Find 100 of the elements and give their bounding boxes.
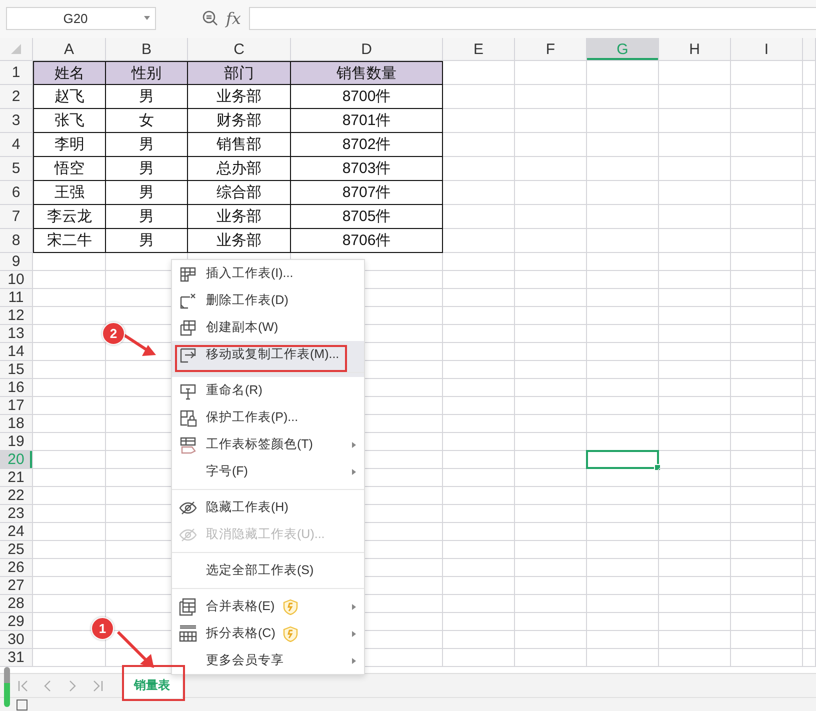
row-header[interactable]: 1: [0, 61, 33, 85]
table-cell: [443, 613, 515, 631]
menu-item[interactable]: 插入工作表(I)...: [172, 260, 364, 287]
column-header[interactable]: F: [515, 38, 587, 61]
row-header[interactable]: 25: [0, 541, 33, 559]
row-header[interactable]: 19: [0, 433, 33, 451]
row-header[interactable]: 4: [0, 133, 33, 157]
formula-field[interactable]: [248, 6, 816, 30]
table-cell: [659, 253, 731, 271]
row-header[interactable]: 12: [0, 307, 33, 325]
table-cell: [659, 325, 731, 343]
zoom-out-icon[interactable]: [202, 10, 218, 26]
menu-item[interactable]: 合并表格(E): [172, 593, 364, 620]
row-header[interactable]: 15: [0, 361, 33, 379]
menu-item[interactable]: 删除工作表(D): [172, 287, 364, 314]
row-header[interactable]: 22: [0, 487, 33, 505]
table-cell: [515, 229, 587, 253]
column-header[interactable]: B: [106, 38, 188, 61]
row-header[interactable]: 3: [0, 109, 33, 133]
move-sheet-icon: [179, 346, 197, 364]
table-cell: [515, 649, 587, 667]
table-cell: [515, 61, 587, 85]
table-cell: [731, 649, 803, 667]
row-header[interactable]: 27: [0, 577, 33, 595]
row-header[interactable]: 17: [0, 397, 33, 415]
row-header[interactable]: 21: [0, 469, 33, 487]
dropdown-icon[interactable]: [144, 16, 150, 20]
table-cell: [803, 253, 816, 271]
row-header[interactable]: 18: [0, 415, 33, 433]
table-cell: [803, 133, 816, 157]
row-header[interactable]: 29: [0, 613, 33, 631]
row-header[interactable]: 14: [0, 343, 33, 361]
lock-icon: [179, 408, 197, 426]
table-cell: [443, 205, 515, 229]
table-cell: [515, 205, 587, 229]
column-header[interactable]: D: [291, 38, 443, 61]
row-header[interactable]: 31: [0, 649, 33, 667]
menu-item[interactable]: 保护工作表(P)...: [172, 404, 364, 431]
menu-item[interactable]: 隐藏工作表(H): [172, 494, 364, 521]
table-cell: [731, 415, 803, 433]
row-header[interactable]: 6: [0, 181, 33, 205]
menu-item[interactable]: 拆分表格(C): [172, 620, 364, 647]
row-header[interactable]: 5: [0, 157, 33, 181]
table-cell: 8703件: [291, 157, 443, 181]
menu-item[interactable]: 更多会员专享: [172, 647, 364, 674]
table-cell: [659, 505, 731, 523]
table-cell: [443, 343, 515, 361]
column-header[interactable]: I: [731, 38, 803, 61]
table-cell: [803, 361, 816, 379]
first-sheet-icon[interactable]: [16, 680, 28, 692]
table-cell: [659, 205, 731, 229]
table-cell: [731, 613, 803, 631]
table-cell: [515, 361, 587, 379]
column-header[interactable]: C: [188, 38, 291, 61]
name-box[interactable]: G20: [6, 6, 156, 30]
function-label[interactable]: fx: [226, 8, 241, 28]
arrow: [123, 334, 156, 356]
row-header[interactable]: 30: [0, 631, 33, 649]
table-cell: 悟空: [33, 157, 106, 181]
column-header[interactable]: E: [443, 38, 515, 61]
row-header[interactable]: 24: [0, 523, 33, 541]
row-header[interactable]: 9: [0, 253, 33, 271]
row-header[interactable]: 11: [0, 289, 33, 307]
column-header[interactable]: A: [33, 38, 106, 61]
tab-color-icon: [179, 436, 197, 454]
rename-icon: [179, 382, 197, 400]
table-cell: [803, 613, 816, 631]
row-header[interactable]: 2: [0, 85, 33, 109]
table-cell: [587, 109, 659, 133]
row-header[interactable]: 7: [0, 205, 33, 229]
table-cell: [731, 559, 803, 577]
sheet-icon[interactable]: [16, 699, 30, 711]
row-header[interactable]: 26: [0, 559, 33, 577]
row-header[interactable]: 10: [0, 271, 33, 289]
menu-item[interactable]: 重命名(R): [172, 377, 364, 404]
table-cell: [587, 541, 659, 559]
last-sheet-icon[interactable]: [92, 680, 104, 692]
table-cell: [803, 577, 816, 595]
column-header[interactable]: H: [659, 38, 731, 61]
row-header[interactable]: 28: [0, 595, 33, 613]
row-header[interactable]: 16: [0, 379, 33, 397]
row-header[interactable]: 8: [0, 229, 33, 253]
row-header[interactable]: 23: [0, 505, 33, 523]
select-all-corner[interactable]: [0, 38, 33, 61]
table-cell: [731, 433, 803, 451]
table-cell: [659, 523, 731, 541]
table-cell: [659, 397, 731, 415]
table-cell: [659, 487, 731, 505]
menu-item[interactable]: 工作表标签颜色(T): [172, 431, 364, 458]
table-cell: 男: [106, 85, 188, 109]
table-cell: [587, 361, 659, 379]
table-cell: [443, 85, 515, 109]
next-sheet-icon[interactable]: [66, 680, 78, 692]
row-header[interactable]: 13: [0, 325, 33, 343]
previous-sheet-icon[interactable]: [42, 680, 54, 692]
table-cell: [731, 397, 803, 415]
table-cell: [587, 289, 659, 307]
table-cell: [515, 343, 587, 361]
menu-item[interactable]: 创建副本(W): [172, 314, 364, 341]
table-cell: [659, 343, 731, 361]
